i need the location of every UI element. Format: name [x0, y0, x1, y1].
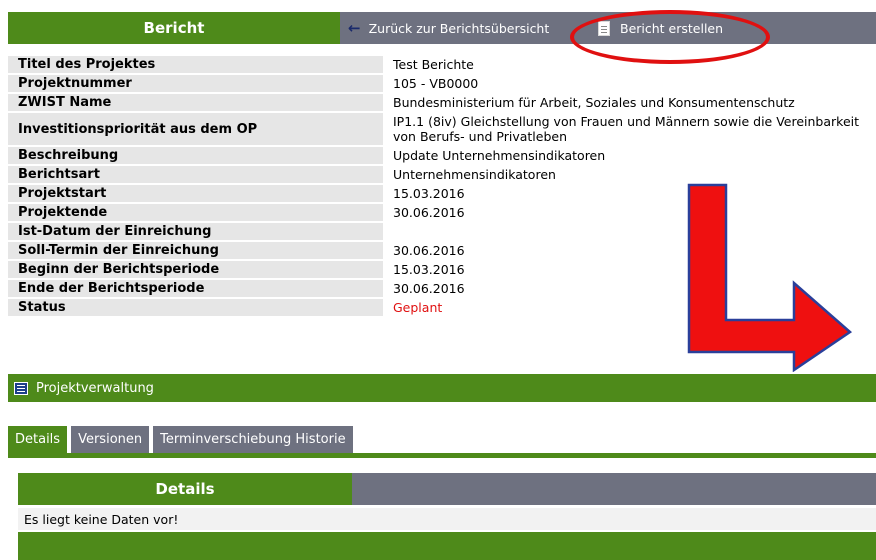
info-value: 30.06.2016 — [393, 243, 465, 258]
tab-bar: Details Versionen Terminverschiebung His… — [8, 426, 876, 458]
back-to-reports-link[interactable]: ← Zurück zur Berichtsübersicht — [340, 12, 590, 44]
details-footer — [18, 532, 876, 560]
details-header-fill — [352, 473, 876, 505]
info-value: Unternehmensindikatoren — [393, 167, 556, 182]
info-row: Projektstart 15.03.2016 — [8, 185, 876, 204]
info-label: Projektstart — [8, 185, 383, 202]
tab-details[interactable]: Details — [8, 426, 68, 453]
info-label: Ende der Berichtsperiode — [8, 280, 383, 297]
info-row: Beschreibung Update Unternehmensindikato… — [8, 147, 876, 166]
info-label: Beschreibung — [8, 147, 383, 164]
info-row: Soll-Termin der Einreichung 30.06.2016 — [8, 242, 876, 261]
info-label: Projektnummer — [8, 75, 383, 92]
header-toolbar: ← Zurück zur Berichtsübersicht Bericht e… — [340, 12, 876, 44]
info-row: Projektnummer 105 - VB0000 — [8, 75, 876, 94]
create-report-button[interactable]: Bericht erstellen — [590, 12, 723, 44]
info-value: IP1.1 (8iv) Gleichstellung von Frauen un… — [393, 114, 860, 144]
report-header: Bericht ← Zurück zur Berichtsübersicht B… — [8, 12, 876, 44]
info-label: Ist-Datum der Einreichung — [8, 223, 383, 240]
back-to-reports-label: Zurück zur Berichtsübersicht — [368, 20, 550, 36]
report-info-table: Titel des Projektes Test Berichte Projek… — [8, 56, 876, 318]
info-value: 15.03.2016 — [393, 186, 465, 201]
empty-message: Es liegt keine Daten vor! — [18, 508, 876, 530]
info-row: Beginn der Berichtsperiode 15.03.2016 — [8, 261, 876, 280]
info-value: 30.06.2016 — [393, 205, 465, 220]
info-label: Soll-Termin der Einreichung — [8, 242, 383, 259]
info-row: Ist-Datum der Einreichung — [8, 223, 876, 242]
info-label: ZWIST Name — [8, 94, 383, 111]
info-row: Projektende 30.06.2016 — [8, 204, 876, 223]
info-value: 30.06.2016 — [393, 281, 465, 296]
arrow-left-icon: ← — [348, 19, 361, 37]
info-label: Titel des Projektes — [8, 56, 383, 73]
details-title: Details — [18, 473, 352, 505]
tab-versions[interactable]: Versionen — [71, 426, 150, 453]
project-management-label: Projektverwaltung — [36, 380, 154, 396]
project-management-bar[interactable]: Projektverwaltung — [8, 374, 876, 402]
info-label: Beginn der Berichtsperiode — [8, 261, 383, 278]
info-value: 105 - VB0000 — [393, 76, 479, 91]
info-row: Status Geplant — [8, 299, 876, 318]
info-row: Berichtsart Unternehmensindikatoren — [8, 166, 876, 185]
details-header: Details — [18, 473, 876, 505]
info-label: Projektende — [8, 204, 383, 221]
info-row: Titel des Projektes Test Berichte — [8, 56, 876, 75]
table-icon — [14, 381, 28, 395]
info-label: Investitionspriorität aus dem OP — [8, 113, 383, 145]
info-value: Update Unternehmensindikatoren — [393, 148, 606, 163]
create-report-label: Bericht erstellen — [620, 20, 724, 36]
status-value: Geplant — [393, 300, 443, 315]
info-row: Ende der Berichtsperiode 30.06.2016 — [8, 280, 876, 299]
page-title: Bericht — [8, 12, 340, 44]
info-label: Status — [8, 299, 383, 316]
info-label: Berichtsart — [8, 166, 383, 183]
tab-reschedule-history[interactable]: Terminverschiebung Historie — [153, 426, 353, 453]
info-value: 15.03.2016 — [393, 262, 465, 277]
info-value: Test Berichte — [393, 57, 474, 72]
info-value: Bundesministerium für Arbeit, Soziales u… — [393, 95, 795, 110]
info-row: ZWIST Name Bundesministerium für Arbeit,… — [8, 94, 876, 113]
info-value — [383, 223, 876, 240]
document-icon — [598, 20, 610, 36]
info-row: Investitionspriorität aus dem OP IP1.1 (… — [8, 113, 876, 147]
